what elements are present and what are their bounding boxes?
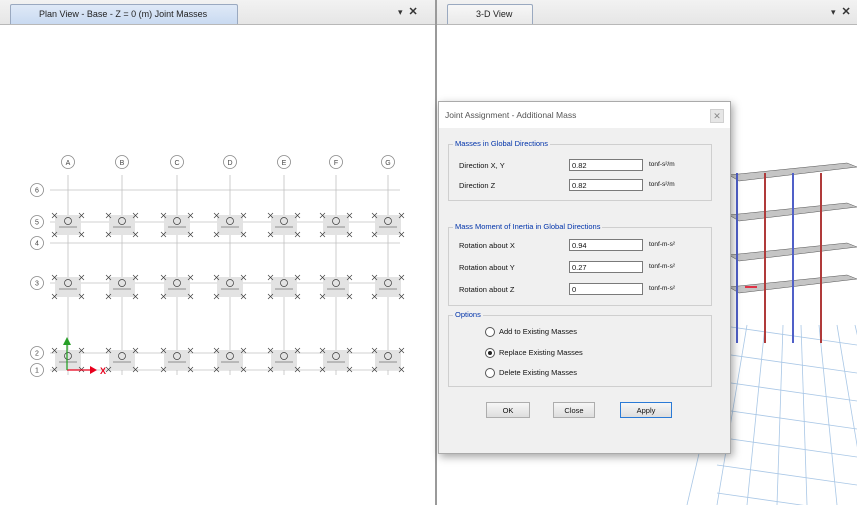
joint-mass-cluster — [217, 215, 243, 235]
direction-z-label: Direction Z — [459, 181, 496, 190]
radio-label: Delete Existing Masses — [499, 368, 577, 377]
rotation-y-label: Rotation about Y — [459, 263, 515, 272]
joint-mass-cluster — [271, 277, 297, 297]
joint-mass-cluster — [323, 350, 349, 370]
radio-label: Replace Existing Masses — [499, 348, 583, 357]
masses-group: Masses in Global Directions Direction X,… — [448, 139, 712, 201]
grid-bubble-column-label: E — [282, 160, 287, 167]
joint-mass-cluster — [375, 215, 401, 235]
grid-bubble-row-label: 6 — [35, 188, 39, 195]
tab-menu-chevron-icon[interactable]: ▾ — [831, 7, 836, 17]
joint-mass-cluster — [109, 350, 135, 370]
y-axis-arrowhead-icon — [63, 337, 71, 345]
rotation-z-unit: tonf-m-s² — [649, 285, 675, 292]
rotation-z-input[interactable]: 0 — [569, 283, 643, 295]
rotation-y-unit: tonf-m-s² — [649, 263, 675, 270]
ground-grid-line — [776, 324, 784, 505]
radio-label: Add to Existing Masses — [499, 327, 577, 336]
ground-grid-line — [716, 436, 857, 458]
joint-additional-mass-dialog[interactable]: Joint Assignment - Additional Mass ✕ Mas… — [438, 101, 731, 454]
options-group-legend: Options — [453, 310, 483, 319]
rotation-x-input[interactable]: 0.94 — [569, 239, 643, 251]
close-icon[interactable]: ✕ — [409, 6, 418, 18]
grid-bubble-column-label: C — [174, 160, 179, 167]
joint-mass-cluster — [217, 277, 243, 297]
joint-mass-cluster — [164, 215, 190, 235]
joint-mass-cluster — [323, 277, 349, 297]
grid-bubble-column-label: G — [385, 160, 390, 167]
grid-bubble-column-label: F — [334, 160, 338, 167]
direction-xy-label: Direction X, Y — [459, 161, 505, 170]
dialog-close-icon[interactable]: ✕ — [710, 109, 724, 123]
rotation-y-input[interactable]: 0.27 — [569, 261, 643, 273]
plan-view-tab-controls: ▾ ✕ — [398, 5, 418, 18]
3d-view-tab-controls: ▾ ✕ — [831, 5, 851, 18]
joint-mass-cluster — [271, 350, 297, 370]
ground-grid-line — [716, 408, 857, 430]
dialog-titlebar[interactable]: Joint Assignment - Additional Mass ✕ — [439, 102, 730, 128]
ground-grid-line — [716, 380, 857, 402]
grid-bubble-row-label: 2 — [35, 351, 39, 358]
tab-3d-view[interactable]: 3-D View — [447, 4, 533, 24]
joint-mass-cluster — [323, 215, 349, 235]
plan-view-canvas[interactable]: A B C D E F G 6 5 4 3 2 1 X — [0, 25, 435, 505]
3d-view-tabstrip: 3-D View ▾ ✕ — [437, 0, 857, 25]
radio-circle[interactable] — [485, 327, 495, 337]
joint-mass-cluster — [271, 215, 297, 235]
grid-bubble-row-label: 4 — [35, 241, 39, 248]
tab-menu-chevron-icon[interactable]: ▾ — [398, 7, 403, 17]
joint-mass-cluster — [164, 350, 190, 370]
options-group: Options Add to Existing Masses Replace E… — [448, 310, 712, 387]
apply-button[interactable]: Apply — [620, 402, 672, 418]
rotation-z-label: Rotation about Z — [459, 285, 515, 294]
direction-xy-unit: tonf-s²/m — [649, 161, 675, 168]
grid-bubble-column-label: D — [227, 160, 232, 167]
close-button[interactable]: Close — [553, 402, 595, 418]
close-icon[interactable]: ✕ — [842, 6, 851, 18]
radio-circle[interactable] — [485, 368, 495, 378]
direction-xy-input[interactable]: 0.82 — [569, 159, 643, 171]
plan-view-tabstrip: Plan View - Base - Z = 0 (m) Joint Masse… — [0, 0, 436, 25]
ok-button[interactable]: OK — [486, 402, 530, 418]
inertia-group-legend: Mass Moment of Inertia in Global Directi… — [453, 222, 603, 231]
x-axis-arrowhead-icon — [90, 366, 97, 374]
ground-grid-line — [818, 324, 838, 505]
plan-view-pane[interactable]: Plan View - Base - Z = 0 (m) Joint Masse… — [0, 0, 436, 505]
direction-z-input[interactable]: 0.82 — [569, 179, 643, 191]
ground-grid-line — [716, 352, 857, 374]
rotation-x-label: Rotation about X — [459, 241, 515, 250]
joint-mass-cluster — [375, 350, 401, 370]
joint-mass-cluster — [109, 277, 135, 297]
radio-selected-dot — [488, 351, 492, 355]
joint-mass-cluster — [164, 277, 190, 297]
rotation-x-unit: tonf-m-s² — [649, 241, 675, 248]
tab-plan-view[interactable]: Plan View - Base - Z = 0 (m) Joint Masse… — [10, 4, 238, 24]
radio-circle-selected[interactable] — [485, 348, 495, 358]
joint-mass-cluster — [55, 350, 81, 370]
inertia-group: Mass Moment of Inertia in Global Directi… — [448, 222, 712, 306]
grid-bubble-column-label: B — [120, 160, 125, 167]
masses-group-legend: Masses in Global Directions — [453, 139, 550, 148]
ground-grid-line — [716, 464, 857, 486]
joint-mass-cluster — [375, 277, 401, 297]
ground-grid-line — [746, 324, 766, 505]
joint-mass-cluster — [217, 350, 243, 370]
grid-bubble-row-label: 5 — [35, 220, 39, 227]
ground-grid-line — [836, 324, 857, 448]
joint-mass-cluster — [55, 277, 81, 297]
grid-bubble-column-label: A — [66, 160, 71, 167]
x-axis-label: X — [100, 366, 106, 376]
grid-bubble-row-label: 3 — [35, 281, 39, 288]
joint-mass-cluster — [109, 215, 135, 235]
grid-bubble-row-label: 1 — [35, 368, 39, 375]
dialog-title: Joint Assignment - Additional Mass — [445, 110, 577, 120]
direction-z-unit: tonf-s²/m — [649, 181, 675, 188]
joint-mass-cluster — [55, 215, 81, 235]
